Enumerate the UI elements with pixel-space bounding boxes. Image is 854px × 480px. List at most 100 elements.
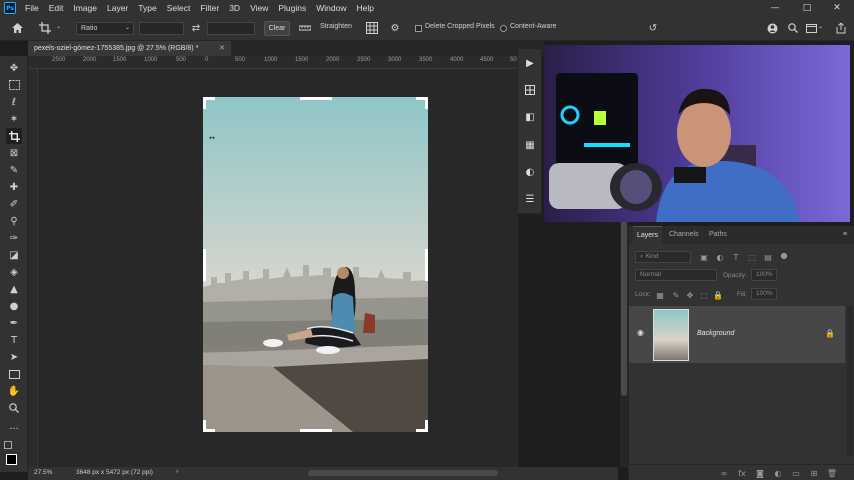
filter-shape-icon[interactable]: ⬚ <box>747 252 757 262</box>
menu-file[interactable]: File <box>20 3 44 13</box>
lock-transparent-icon[interactable]: ▦ <box>655 290 665 300</box>
hand-tool-icon[interactable]: ✋ <box>6 383 22 399</box>
straighten-label[interactable]: Straighten <box>320 23 352 30</box>
new-group-icon[interactable]: ▭ <box>791 468 801 478</box>
menu-3d[interactable]: 3D <box>224 3 245 13</box>
menu-view[interactable]: View <box>245 3 273 13</box>
crop-handle-bottom-right-v[interactable] <box>425 420 428 432</box>
maximize-button[interactable]: □ <box>796 0 818 16</box>
share-user-icon[interactable] <box>765 21 779 35</box>
add-mask-icon[interactable]: ◙ <box>755 468 765 478</box>
close-tab-icon[interactable]: ✕ <box>219 41 225 56</box>
crop-handle-bottom-left-v[interactable] <box>203 420 206 432</box>
move-tool-icon[interactable]: ✥ <box>6 60 22 76</box>
layer-lock-icon[interactable]: 🔒 <box>825 329 835 338</box>
layer-row-background[interactable]: ◉ Background 🔒 <box>629 306 845 363</box>
delete-layer-icon[interactable]: 🗑 <box>827 468 837 478</box>
lock-position-icon[interactable]: ✥ <box>685 290 695 300</box>
path-selection-tool-icon[interactable]: ➤ <box>6 349 22 365</box>
crop-handle-top-left-v[interactable] <box>203 97 206 109</box>
frame-tool-icon[interactable]: ⊠ <box>6 145 22 161</box>
home-icon[interactable] <box>10 21 24 35</box>
layer-name[interactable]: Background <box>697 330 734 337</box>
zoom-level[interactable]: 27.5% <box>34 469 52 476</box>
crop-handle-top[interactable] <box>300 97 332 100</box>
horizontal-scroll-thumb[interactable] <box>308 470 498 476</box>
dodge-tool-icon[interactable]: ● <box>6 298 22 314</box>
share-icon[interactable] <box>834 21 848 35</box>
crop-tool-icon[interactable] <box>6 128 22 144</box>
document-tab[interactable]: pexels-oziel-gómez-1755385.jpg @ 27.5% (… <box>28 41 231 56</box>
menu-type[interactable]: Type <box>133 3 161 13</box>
clone-stamp-tool-icon[interactable]: ⚲ <box>6 213 22 229</box>
lock-artboard-icon[interactable]: ⬚ <box>699 290 709 300</box>
status-menu-arrow-icon[interactable]: › <box>176 468 178 475</box>
default-colors-icon[interactable] <box>4 441 12 449</box>
layer-style-fx-icon[interactable]: fx <box>737 468 747 478</box>
swatches-icon[interactable]: ▦ <box>522 137 538 153</box>
document-image[interactable]: ↔ <box>203 97 428 432</box>
filter-toggle-icon[interactable]: ● <box>779 250 789 260</box>
adjustments-icon[interactable]: ◐ <box>522 164 538 180</box>
lock-all-icon[interactable]: 🔒 <box>713 290 723 300</box>
menu-plugins[interactable]: Plugins <box>273 3 311 13</box>
straighten-icon[interactable] <box>298 21 312 35</box>
fill-input[interactable]: 100% <box>751 288 777 300</box>
magic-wand-tool-icon[interactable]: ✶ <box>6 111 22 127</box>
libraries-icon[interactable] <box>522 82 538 98</box>
zoom-tool-icon[interactable] <box>6 400 22 416</box>
filter-kind-dropdown[interactable]: ⌕ Kind <box>635 251 691 263</box>
blend-mode-dropdown[interactable]: Normal <box>635 269 717 281</box>
paint-bucket-tool-icon[interactable]: ◈ <box>6 264 22 280</box>
workspace-chevron-down-icon[interactable]: ⌄ <box>818 23 823 30</box>
crop-handle-top-right-v[interactable] <box>425 97 428 109</box>
history-brush-tool-icon[interactable]: ✑ <box>6 230 22 246</box>
new-layer-icon[interactable]: ⊞ <box>809 468 819 478</box>
menu-help[interactable]: Help <box>351 3 378 13</box>
sliders-icon[interactable]: ☰ <box>522 191 538 207</box>
swap-icon[interactable]: ⇄ <box>189 21 203 35</box>
ratio-dropdown[interactable]: Ratio ⌄ <box>76 22 134 35</box>
tab-paths[interactable]: Paths <box>705 226 731 244</box>
menu-layer[interactable]: Layer <box>102 3 133 13</box>
close-window-button[interactable]: ✕ <box>826 0 848 16</box>
opacity-input[interactable]: 100% <box>751 269 777 281</box>
crop-tool-preset-icon[interactable] <box>38 21 52 35</box>
menu-image[interactable]: Image <box>68 3 102 13</box>
eyedropper-tool-icon[interactable]: ✎ <box>6 162 22 178</box>
panel-menu-icon[interactable]: ≡ <box>839 226 851 244</box>
delete-cropped-checkbox[interactable] <box>415 25 422 32</box>
menu-filter[interactable]: Filter <box>195 3 224 13</box>
link-layers-icon[interactable]: ∞ <box>719 468 729 478</box>
filter-smart-object-icon[interactable]: ▤ <box>763 252 773 262</box>
menu-edit[interactable]: Edit <box>44 3 69 13</box>
reset-icon[interactable]: ↺ <box>646 21 660 35</box>
search-icon[interactable] <box>786 21 800 35</box>
crop-handle-right[interactable] <box>425 249 428 281</box>
crop-handle-left[interactable] <box>203 249 206 281</box>
pen-tool-icon[interactable]: ✒ <box>6 315 22 331</box>
gear-icon[interactable]: ⚙ <box>388 21 402 35</box>
workspace-icon[interactable] <box>804 21 818 35</box>
crop-handle-bottom[interactable] <box>300 429 332 432</box>
more-tools-icon[interactable]: ··· <box>6 421 22 437</box>
filter-adjustment-icon[interactable]: ◐ <box>715 252 725 262</box>
lasso-tool-icon[interactable]: ℓ <box>6 94 22 110</box>
rectangle-tool-icon[interactable] <box>6 366 22 382</box>
play-actions-icon[interactable]: ▶ <box>522 55 538 71</box>
minimize-button[interactable]: — <box>764 0 786 16</box>
tab-layers[interactable]: Layers <box>633 226 663 244</box>
marquee-tool-icon[interactable] <box>6 77 22 93</box>
properties-icon[interactable]: ◧ <box>522 109 538 125</box>
ratio-height-input[interactable] <box>207 22 255 35</box>
lock-image-icon[interactable]: ✎ <box>671 290 681 300</box>
blur-tool-icon[interactable]: ▲ <box>6 281 22 297</box>
type-tool-icon[interactable]: T <box>6 332 22 348</box>
tab-channels[interactable]: Channels <box>665 226 703 244</box>
visibility-eye-icon[interactable]: ◉ <box>637 329 647 337</box>
new-adjustment-layer-icon[interactable]: ◐ <box>773 468 783 478</box>
content-aware-checkbox[interactable] <box>500 25 507 32</box>
ratio-width-input[interactable] <box>139 22 184 35</box>
overlay-grid-icon[interactable] <box>365 21 379 35</box>
filter-pixel-icon[interactable]: ▣ <box>699 252 709 262</box>
